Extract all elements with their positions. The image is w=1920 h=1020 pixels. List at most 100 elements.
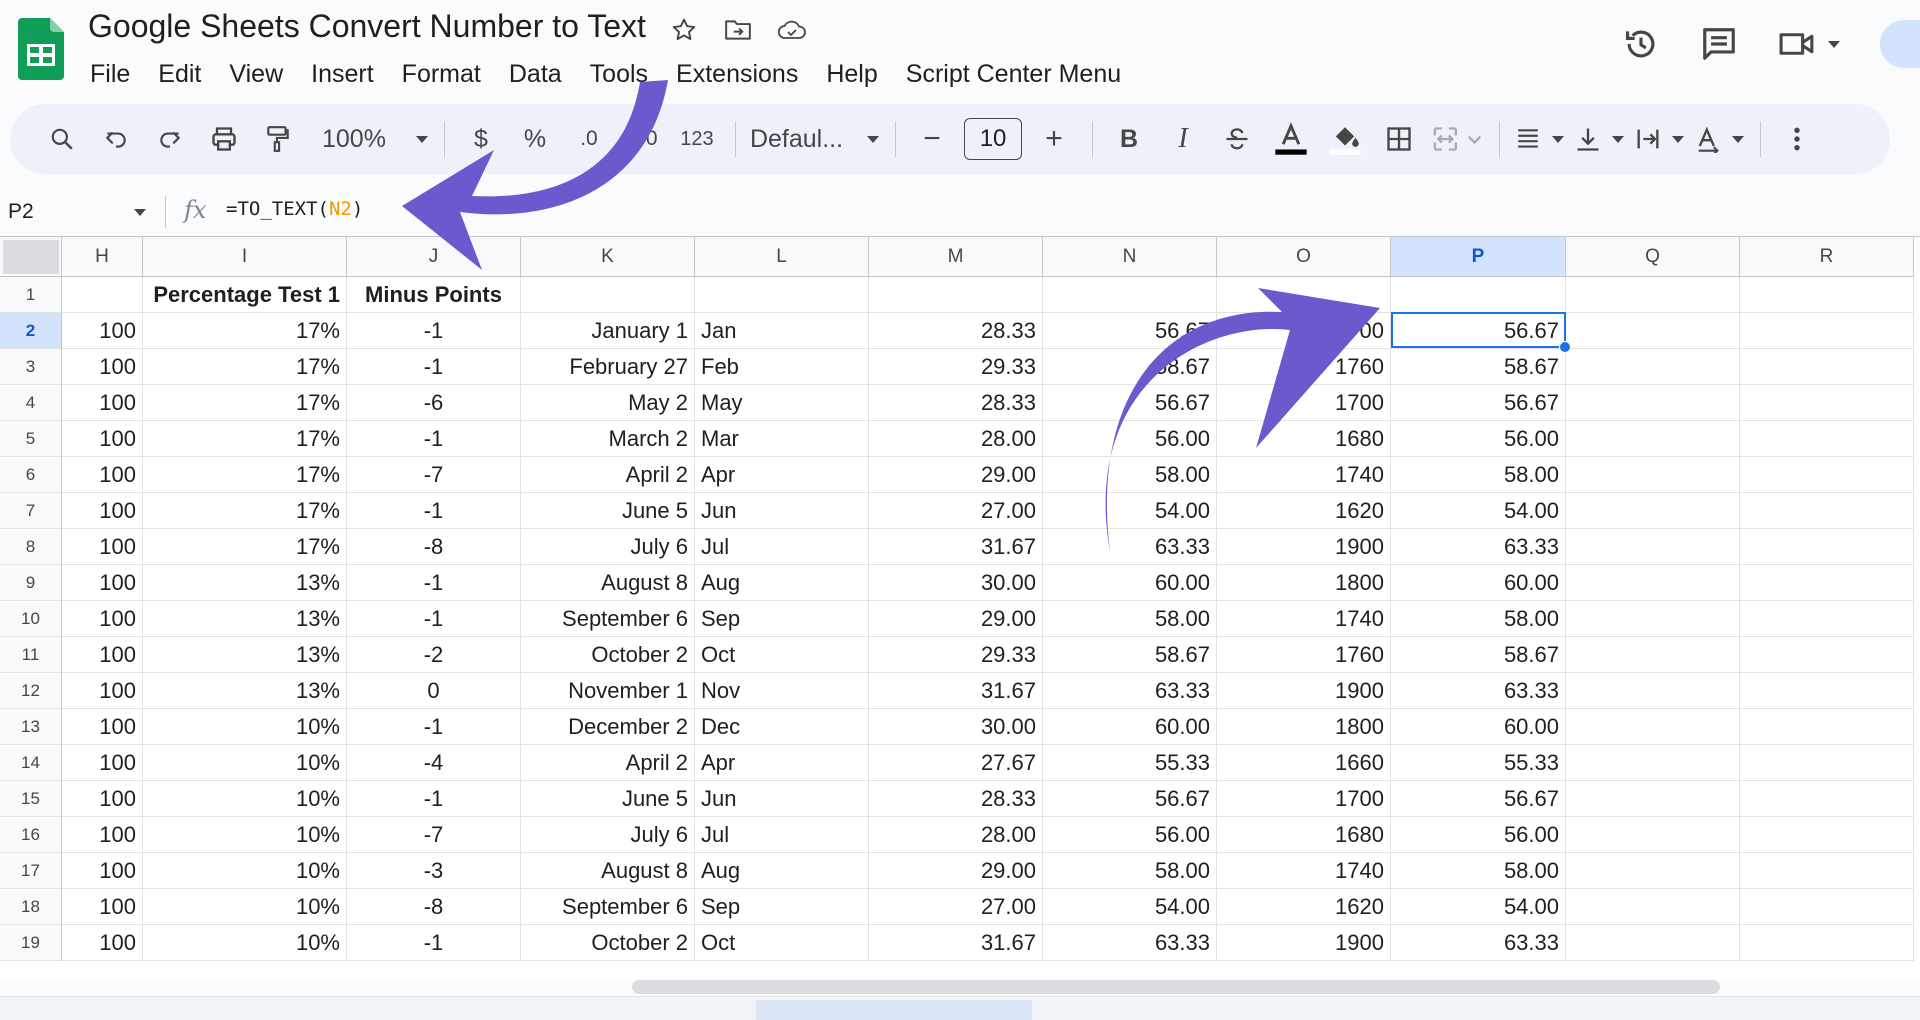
cell-h4[interactable]: 100 <box>62 385 143 421</box>
menu-insert[interactable]: Insert <box>297 56 388 92</box>
row-header[interactable]: 7 <box>0 493 62 529</box>
cell-j7[interactable]: -1 <box>347 493 521 529</box>
cell-i6[interactable]: 17% <box>143 457 347 493</box>
menu-format[interactable]: Format <box>388 56 495 92</box>
cell-m8[interactable]: 31.67 <box>869 529 1043 565</box>
cell-r17[interactable] <box>1740 853 1914 889</box>
cell-q2[interactable] <box>1566 313 1740 349</box>
cell-q19[interactable] <box>1566 925 1740 961</box>
cell-o9[interactable]: 1800 <box>1217 565 1391 601</box>
row-header[interactable]: 16 <box>0 817 62 853</box>
cell-k13[interactable]: December 2 <box>521 709 695 745</box>
cell-r3[interactable] <box>1740 349 1914 385</box>
cell-o6[interactable]: 1740 <box>1217 457 1391 493</box>
cell-h12[interactable]: 100 <box>62 673 143 709</box>
cell-l15[interactable]: Jun <box>695 781 869 817</box>
column-header-j[interactable]: J <box>347 237 521 277</box>
cell-p1[interactable] <box>1391 277 1566 313</box>
text-color-icon[interactable] <box>1269 117 1313 161</box>
cell-h13[interactable]: 100 <box>62 709 143 745</box>
cell-j14[interactable]: -4 <box>347 745 521 781</box>
cell-k14[interactable]: April 2 <box>521 745 695 781</box>
search-menus-icon[interactable] <box>40 117 84 161</box>
move-to-folder-icon[interactable] <box>722 14 754 46</box>
fill-color-icon[interactable] <box>1323 117 1367 161</box>
row-header[interactable]: 10 <box>0 601 62 637</box>
cell-p9[interactable]: 60.00 <box>1391 565 1566 601</box>
name-box[interactable]: P2 <box>0 192 160 232</box>
cell-o14[interactable]: 1660 <box>1217 745 1391 781</box>
avatar[interactable] <box>1880 20 1920 68</box>
cell-k10[interactable]: September 6 <box>521 601 695 637</box>
cell-n3[interactable]: 58.67 <box>1043 349 1217 385</box>
cell-o12[interactable]: 1900 <box>1217 673 1391 709</box>
spreadsheet-grid[interactable]: HIJKLMNOPQR 1 Percentage Test 1 Minus Poin… <box>0 236 1920 980</box>
cell-i1[interactable]: Percentage Test 1 <box>143 277 347 313</box>
column-header-p[interactable]: P <box>1391 237 1566 277</box>
cell-r11[interactable] <box>1740 637 1914 673</box>
cell-j17[interactable]: -3 <box>347 853 521 889</box>
cell-o19[interactable]: 1900 <box>1217 925 1391 961</box>
cell-n10[interactable]: 58.00 <box>1043 601 1217 637</box>
cell-q4[interactable] <box>1566 385 1740 421</box>
cell-m15[interactable]: 28.33 <box>869 781 1043 817</box>
sheets-logo-icon[interactable] <box>18 18 64 80</box>
cell-p14[interactable]: 55.33 <box>1391 745 1566 781</box>
row-header[interactable]: 6 <box>0 457 62 493</box>
cell-m10[interactable]: 29.00 <box>869 601 1043 637</box>
cell-p2[interactable]: 56.67 <box>1391 313 1566 349</box>
increase-decimal-button[interactable]: .00 <box>621 117 665 161</box>
cell-l7[interactable]: Jun <box>695 493 869 529</box>
menu-script-center[interactable]: Script Center Menu <box>892 56 1135 92</box>
cell-q14[interactable] <box>1566 745 1740 781</box>
cell-o18[interactable]: 1620 <box>1217 889 1391 925</box>
column-header-l[interactable]: L <box>695 237 869 277</box>
print-icon[interactable] <box>202 117 246 161</box>
cell-k8[interactable]: July 6 <box>521 529 695 565</box>
cell-k17[interactable]: August 8 <box>521 853 695 889</box>
cell-n1[interactable] <box>1043 277 1217 313</box>
text-wrapping-icon[interactable] <box>1634 117 1685 161</box>
cell-n7[interactable]: 54.00 <box>1043 493 1217 529</box>
cell-h19[interactable]: 100 <box>62 925 143 961</box>
cell-j1[interactable]: Minus Points <box>347 277 521 313</box>
cell-l10[interactable]: Sep <box>695 601 869 637</box>
sheet-tab-active[interactable] <box>756 1000 1032 1020</box>
cell-p4[interactable]: 56.67 <box>1391 385 1566 421</box>
cell-p6[interactable]: 58.00 <box>1391 457 1566 493</box>
cell-m18[interactable]: 27.00 <box>869 889 1043 925</box>
cell-p11[interactable]: 58.67 <box>1391 637 1566 673</box>
merge-cells-icon[interactable] <box>1431 117 1483 161</box>
undo-icon[interactable] <box>94 117 138 161</box>
cell-i12[interactable]: 13% <box>143 673 347 709</box>
cell-m9[interactable]: 30.00 <box>869 565 1043 601</box>
column-header-o[interactable]: O <box>1217 237 1391 277</box>
row-header[interactable]: 9 <box>0 565 62 601</box>
cell-r4[interactable] <box>1740 385 1914 421</box>
cell-n18[interactable]: 54.00 <box>1043 889 1217 925</box>
cell-l2[interactable]: Jan <box>695 313 869 349</box>
font-family-select[interactable]: Defaul... <box>750 117 880 161</box>
cell-h18[interactable]: 100 <box>62 889 143 925</box>
cell-h3[interactable]: 100 <box>62 349 143 385</box>
cell-p19[interactable]: 63.33 <box>1391 925 1566 961</box>
font-size-input[interactable]: 10 <box>964 118 1023 160</box>
cell-r6[interactable] <box>1740 457 1914 493</box>
cell-p10[interactable]: 58.00 <box>1391 601 1566 637</box>
cell-h5[interactable]: 100 <box>62 421 143 457</box>
cell-j8[interactable]: -8 <box>347 529 521 565</box>
comments-icon[interactable] <box>1700 25 1738 63</box>
cell-k7[interactable]: June 5 <box>521 493 695 529</box>
cell-q18[interactable] <box>1566 889 1740 925</box>
borders-icon[interactable] <box>1377 117 1421 161</box>
cell-n6[interactable]: 58.00 <box>1043 457 1217 493</box>
cell-k18[interactable]: September 6 <box>521 889 695 925</box>
cell-q8[interactable] <box>1566 529 1740 565</box>
cell-h8[interactable]: 100 <box>62 529 143 565</box>
cell-n17[interactable]: 58.00 <box>1043 853 1217 889</box>
cell-j11[interactable]: -2 <box>347 637 521 673</box>
row-header[interactable]: 5 <box>0 421 62 457</box>
cell-r7[interactable] <box>1740 493 1914 529</box>
formula-input[interactable]: =TO_TEXT(N2) <box>226 198 363 220</box>
percent-format-button[interactable]: % <box>513 117 557 161</box>
